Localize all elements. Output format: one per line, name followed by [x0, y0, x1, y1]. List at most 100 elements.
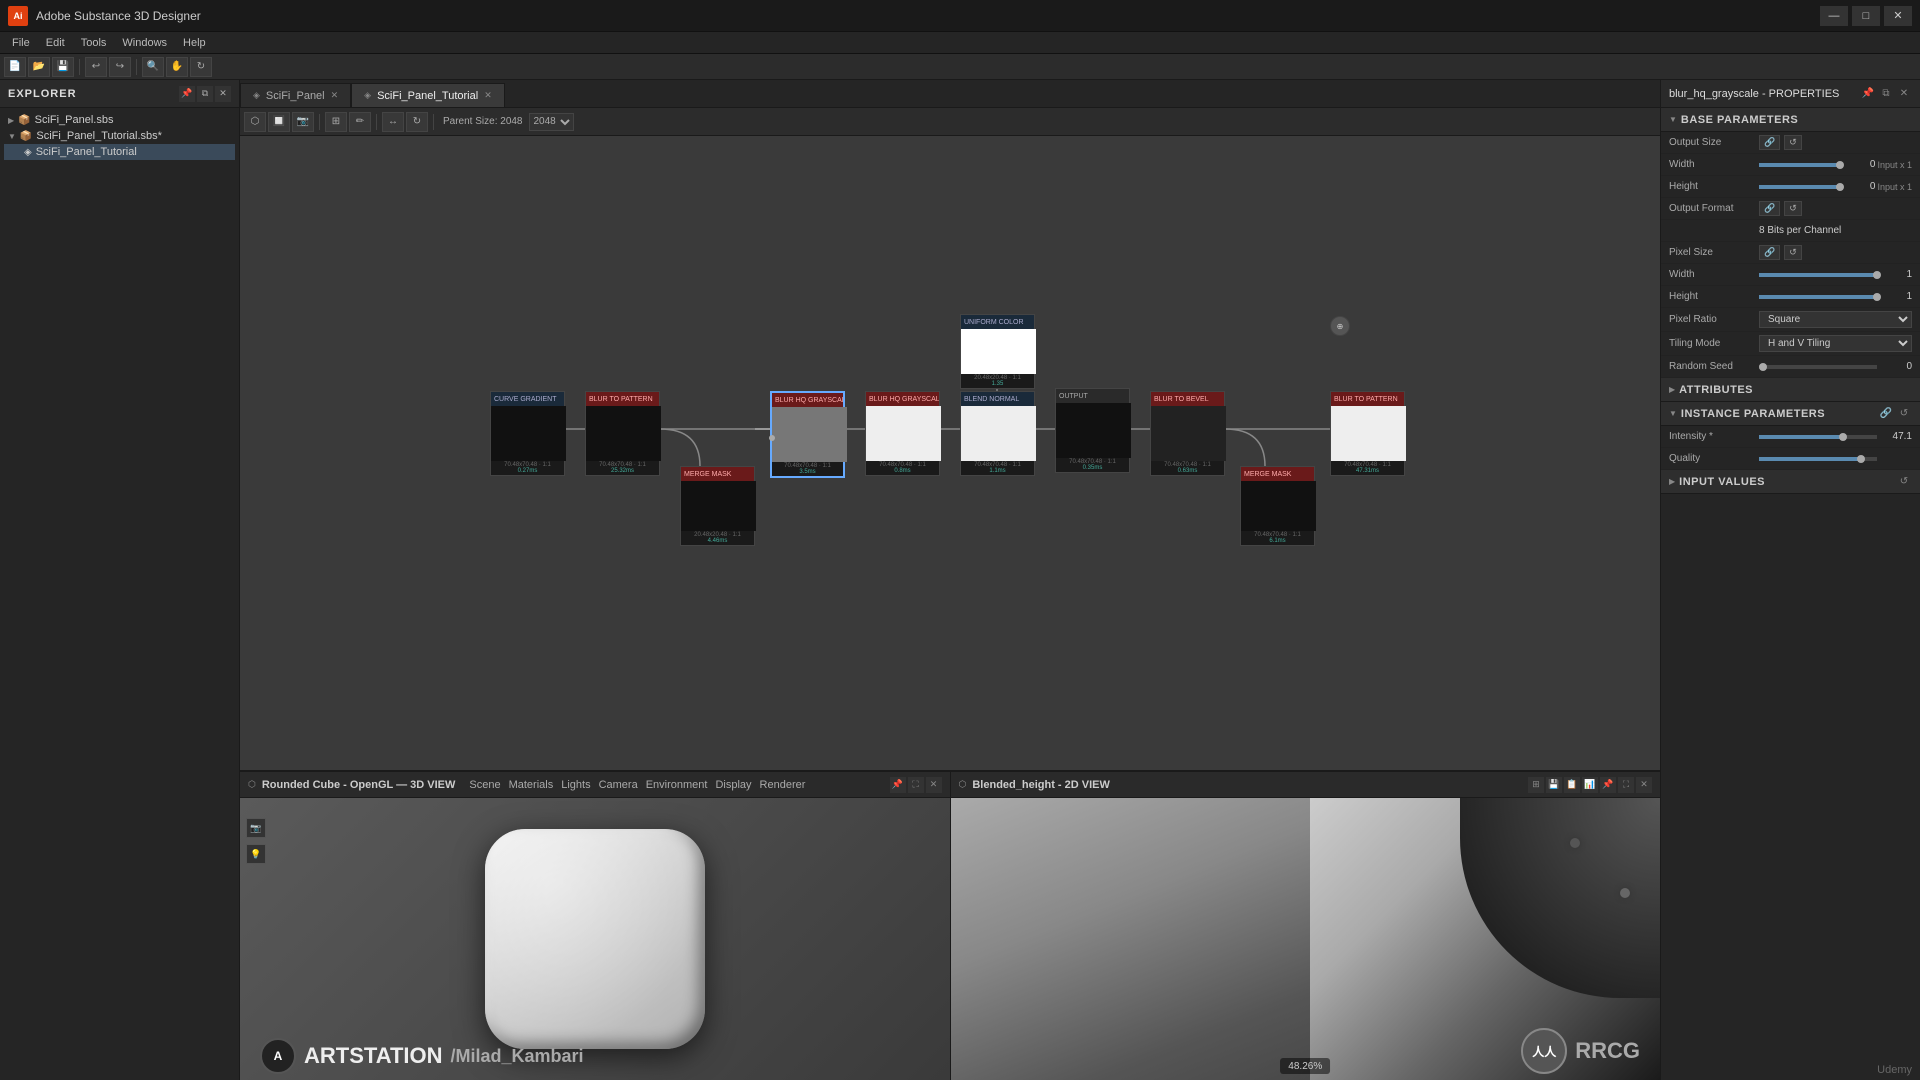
graph-node-n2[interactable]: BLUR TO PATTERN 70.48x70.48 · 1:125.32ms: [585, 391, 660, 476]
output-size-reset-button[interactable]: ↺: [1784, 135, 1802, 150]
pixel-width-slider[interactable]: [1759, 273, 1877, 277]
menu-windows[interactable]: Windows: [114, 32, 175, 53]
file-icon: 📦: [20, 131, 32, 142]
toolbar2: ⬡ 🔲 📷 ⊞ ✏ ↔ ↻ Parent Size: 2048 2048 102…: [240, 108, 1660, 136]
graph-node-n6[interactable]: OUTPUT 70.48x70.48 · 1:10.35ms: [1055, 388, 1130, 473]
section-input-values[interactable]: ▶ INPUT VALUES ↺: [1661, 470, 1920, 494]
graph-tool-4[interactable]: ⊞: [325, 112, 347, 132]
tab-close-icon[interactable]: ✕: [484, 90, 492, 101]
3d-pin-button[interactable]: 📌: [890, 777, 906, 793]
explorer-float-button[interactable]: ⧉: [197, 86, 213, 102]
explorer-item-scifi-panel-tutorial-sbs[interactable]: ▼ 📦 SciFi_Panel_Tutorial.sbs*: [4, 128, 235, 144]
graph-tool-5[interactable]: ✏: [349, 112, 371, 132]
pixel-size-reset-button[interactable]: ↺: [1784, 245, 1802, 260]
tab-scifi-panel-tutorial[interactable]: ◈ SciFi_Panel_Tutorial ✕: [351, 83, 505, 107]
input-values-reset-button[interactable]: ↺: [1896, 474, 1912, 490]
3d-viewport-content[interactable]: 📷 💡 A: [240, 798, 950, 1080]
explorer-pin-button[interactable]: 📌: [179, 86, 195, 102]
graph-tool-2[interactable]: 🔲: [268, 112, 290, 132]
random-seed-slider[interactable]: [1759, 365, 1877, 369]
2d-fullscreen-button[interactable]: ⛶: [1618, 777, 1634, 793]
menu-scene[interactable]: Scene: [469, 779, 500, 791]
tab-close-icon[interactable]: ✕: [331, 90, 339, 101]
format-link-button[interactable]: 🔗: [1759, 201, 1780, 216]
light-tool[interactable]: 💡: [246, 844, 266, 864]
menu-tools[interactable]: Tools: [73, 32, 115, 53]
undo-button[interactable]: ↩: [85, 57, 107, 77]
graph-node-output-right[interactable]: ⊕: [1330, 316, 1350, 336]
3d-fullscreen-button[interactable]: ⛶: [908, 777, 924, 793]
rp-close-button[interactable]: ✕: [1896, 86, 1912, 102]
format-reset-button[interactable]: ↺: [1784, 201, 1802, 216]
pixel-size-link-button[interactable]: 🔗: [1759, 245, 1780, 260]
explorer-item-scifi-panel-sbs[interactable]: ▶ 📦 SciFi_Panel.sbs: [4, 112, 235, 128]
section-base-parameters[interactable]: ▼ BASE PARAMETERS: [1661, 108, 1920, 132]
graph-node-n11[interactable]: MERGE MASK 70.48x70.48 · 1:16.1ms: [1240, 466, 1315, 546]
tiling-mode-select[interactable]: H and V Tiling No Tiling H Tiling V Tili…: [1759, 335, 1912, 352]
explorer-close-button[interactable]: ✕: [215, 86, 231, 102]
graph-tool-1[interactable]: ⬡: [244, 112, 266, 132]
menu-lights[interactable]: Lights: [561, 779, 590, 791]
graph-node-n5[interactable]: BLEND NORMAL 70.48x70.48 · 1:11.1ms: [960, 391, 1035, 476]
quality-slider[interactable]: [1759, 457, 1877, 461]
graph-node-n7[interactable]: BLUR TO BEVEL 70.48x70.48 · 1:10.63ms: [1150, 391, 1225, 476]
redo-button[interactable]: ↪: [109, 57, 131, 77]
rp-float-button[interactable]: ⧉: [1878, 86, 1894, 102]
graph-tool-move[interactable]: ↔: [382, 112, 404, 132]
maximize-button[interactable]: □: [1852, 6, 1880, 26]
section-title: INSTANCE PARAMETERS: [1681, 408, 1825, 420]
camera-tool[interactable]: 📷: [246, 818, 266, 838]
height-slider[interactable]: [1759, 185, 1840, 189]
menu-camera[interactable]: Camera: [599, 779, 638, 791]
2d-viewport-content[interactable]: 人人 RRCG 48.26%: [951, 798, 1661, 1080]
instance-params-icon2[interactable]: ↺: [1896, 406, 1912, 422]
graph-tool-rotate[interactable]: ↻: [406, 112, 428, 132]
menu-display[interactable]: Display: [715, 779, 751, 791]
graph-tool-3[interactable]: 📷: [292, 112, 314, 132]
width-slider[interactable]: [1759, 163, 1840, 167]
tab-scifi-panel[interactable]: ◈ SciFi_Panel ✕: [240, 83, 351, 107]
section-instance-parameters[interactable]: ▼ INSTANCE PARAMETERS 🔗 ↺: [1661, 402, 1920, 426]
menu-materials[interactable]: Materials: [509, 779, 554, 791]
menu-file[interactable]: File: [4, 32, 38, 53]
save-button[interactable]: 💾: [52, 57, 74, 77]
2d-chart-button[interactable]: 📊: [1582, 777, 1598, 793]
zoom-button[interactable]: 🔍: [142, 57, 164, 77]
pan-button[interactable]: ✋: [166, 57, 188, 77]
rp-pin-button[interactable]: 📌: [1860, 86, 1876, 102]
instance-params-icon1[interactable]: 🔗: [1878, 406, 1894, 422]
menu-help[interactable]: Help: [175, 32, 214, 53]
2d-pin-button[interactable]: 📌: [1600, 777, 1616, 793]
menu-renderer[interactable]: Renderer: [760, 779, 806, 791]
graph-node-n1[interactable]: CURVE GRADIENT 70.48x70.48 · 1:10.27ms: [490, 391, 565, 476]
2d-save-button[interactable]: 💾: [1546, 777, 1562, 793]
open-button[interactable]: 📂: [28, 57, 50, 77]
graph-node-n4[interactable]: BLUR HQ GRAYSCALE 70.48x70.48 · 1:10.8ms: [865, 391, 940, 476]
section-attributes[interactable]: ▶ ATTRIBUTES: [1661, 378, 1920, 402]
pixel-height-slider[interactable]: [1759, 295, 1877, 299]
graph-node-n3[interactable]: BLUR HQ GRAYSCALE 70.48x70.48 · 1:13.5ms: [770, 391, 845, 478]
node-header: BLUR HQ GRAYSCALE: [772, 393, 843, 407]
pixel-ratio-select[interactable]: Square 16:9 4:3: [1759, 311, 1912, 328]
graph-viewport[interactable]: CURVE GRADIENT 70.48x70.48 · 1:10.27ms B…: [240, 136, 1660, 770]
intensity-slider[interactable]: [1759, 435, 1877, 439]
menu-edit[interactable]: Edit: [38, 32, 73, 53]
parent-size-select[interactable]: 2048 1024 512: [529, 113, 574, 131]
graph-node-n9[interactable]: UNIFORM COLOR 20.48x20.48 · 1:11.35: [960, 314, 1035, 389]
minimize-button[interactable]: —: [1820, 6, 1848, 26]
rotate-button[interactable]: ↻: [190, 57, 212, 77]
graph-node-n8[interactable]: BLUR TO PATTERN 70.48x70.48 · 1:147.31ms: [1330, 391, 1405, 476]
close-button[interactable]: ✕: [1884, 6, 1912, 26]
graph-node-n10[interactable]: MERGE MASK 20.48x20.48 · 1:14.46ms: [680, 466, 755, 546]
menu-environment[interactable]: Environment: [646, 779, 708, 791]
output-size-link-button[interactable]: 🔗: [1759, 135, 1780, 150]
explorer-item-scifi-panel-tutorial[interactable]: ◈ SciFi_Panel_Tutorial: [4, 144, 235, 160]
3d-close-button[interactable]: ✕: [926, 777, 942, 793]
2d-close-button[interactable]: ✕: [1636, 777, 1652, 793]
property-pixel-ratio: Pixel Ratio Square 16:9 4:3: [1661, 308, 1920, 332]
cube-highlight: [485, 829, 705, 1049]
2d-copy-button[interactable]: 📋: [1564, 777, 1580, 793]
2d-fit-button[interactable]: ⊞: [1528, 777, 1544, 793]
new-button[interactable]: 📄: [4, 57, 26, 77]
section-title: INPUT VALUES: [1679, 476, 1765, 488]
